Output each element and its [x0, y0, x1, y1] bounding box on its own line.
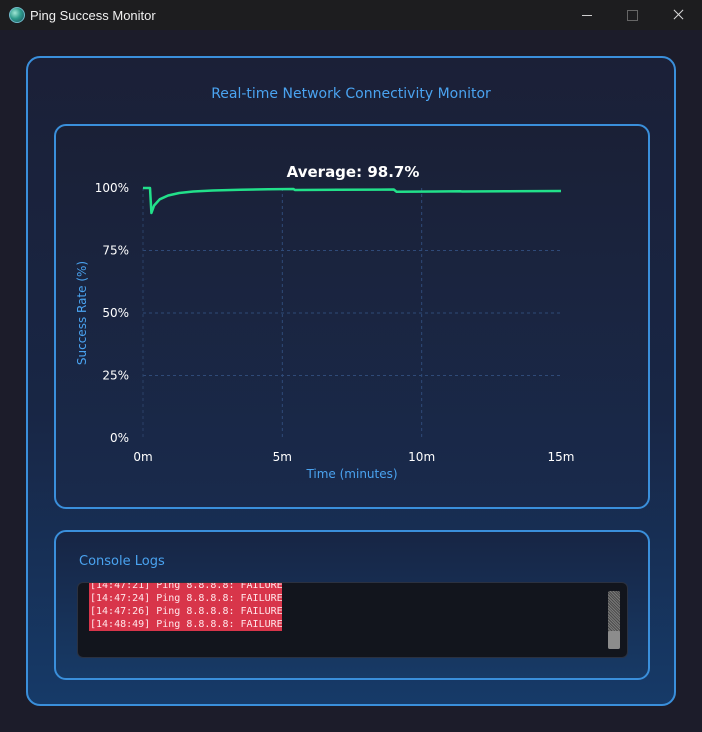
success-rate-line: [143, 186, 562, 215]
console-lines: [14:47:21] Ping 8.8.8.8: FAILURE [14:47:2…: [89, 583, 282, 631]
y-tick-label: 25%: [102, 369, 129, 383]
x-tick-label: 5m: [273, 450, 292, 464]
x-tick-label: 0m: [133, 450, 152, 464]
console-panel: Console Logs [14:47:21] Ping 8.8.8.8: FA…: [54, 530, 650, 680]
main-panel: Real-time Network Connectivity Monitor 0…: [26, 56, 676, 706]
y-tick-label: 75%: [102, 244, 129, 258]
chart-title: Average: 98.7%: [287, 163, 420, 181]
globe-icon: [9, 7, 25, 23]
window-title: Ping Success Monitor: [30, 8, 156, 23]
y-axis-label: Success Rate (%): [75, 261, 89, 365]
maximize-button[interactable]: [609, 0, 655, 30]
x-axis-label: Time (minutes): [305, 467, 397, 481]
minimize-button[interactable]: [564, 0, 610, 30]
console-log-line: [14:48:49] Ping 8.8.8.8: FAILURE: [89, 618, 282, 631]
console-title: Console Logs: [79, 554, 165, 569]
y-tick-label: 50%: [102, 306, 129, 320]
console-log-line: [14:47:24] Ping 8.8.8.8: FAILURE: [89, 592, 282, 605]
console-log-line: [14:47:26] Ping 8.8.8.8: FAILURE: [89, 605, 282, 618]
console-scroll-thumb[interactable]: [608, 631, 620, 649]
x-tick-label: 15m: [548, 450, 575, 464]
console-log-box[interactable]: [14:47:21] Ping 8.8.8.8: FAILURE [14:47:2…: [77, 582, 628, 658]
console-scrollbar[interactable]: [608, 591, 620, 649]
y-tick-label: 0%: [110, 431, 129, 445]
x-tick-label: 10m: [408, 450, 435, 464]
page-title: Real-time Network Connectivity Monitor: [211, 86, 491, 102]
title-bar: Ping Success Monitor: [0, 0, 702, 30]
y-tick-label: 100%: [95, 181, 129, 195]
close-button[interactable]: [655, 0, 701, 30]
success-rate-chart: 0% 25% 50% 75% 100% 0m 5m 10m 15m Average: 98.7% T…: [75, 163, 575, 481]
console-log-line: [14:47:21] Ping 8.8.8.8: FAILURE: [89, 583, 282, 592]
chart-panel: 0% 25% 50% 75% 100% 0m 5m 10m 15m Average: 98.7% T…: [54, 124, 650, 509]
